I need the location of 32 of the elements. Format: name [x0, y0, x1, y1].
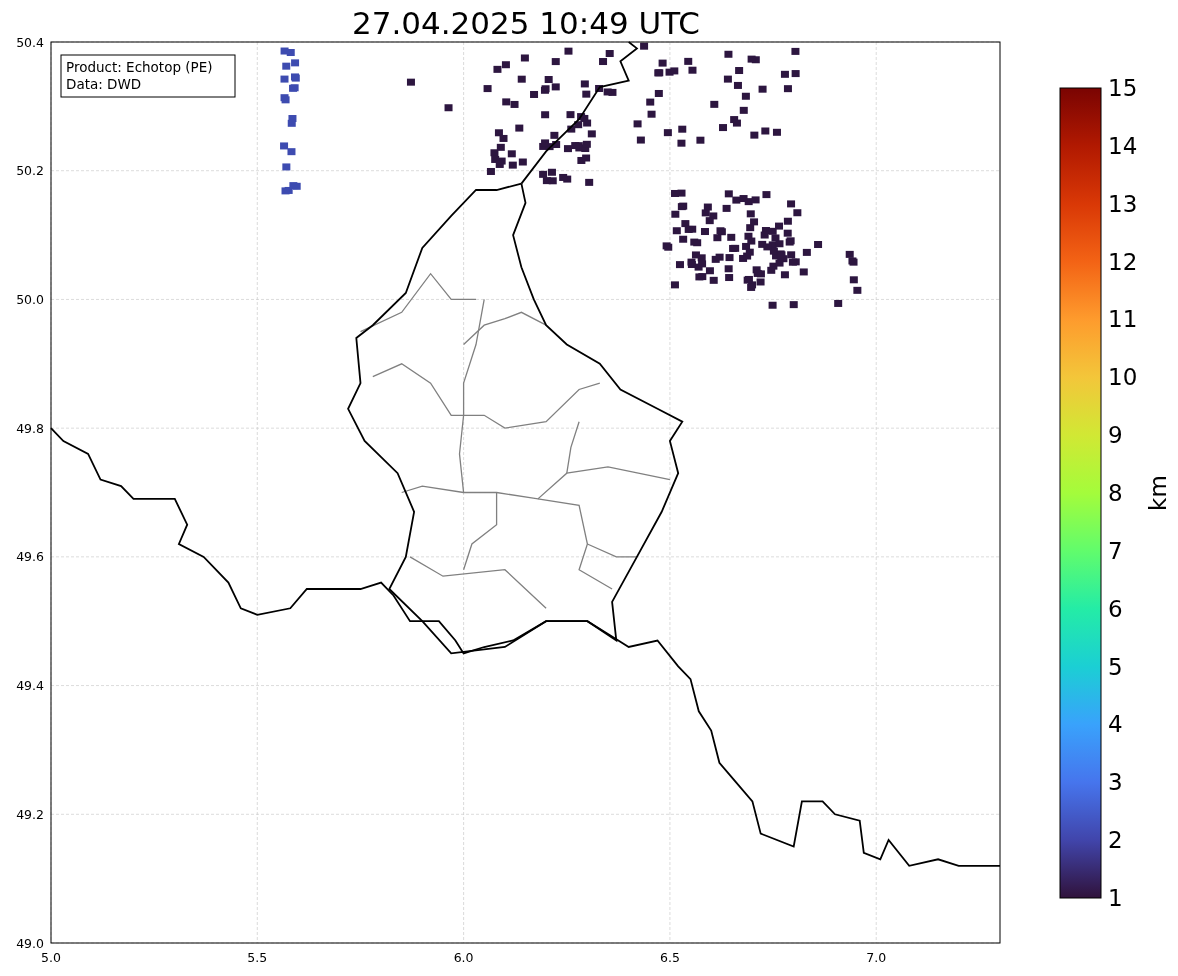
colorbar-tick-label: 8 [1108, 480, 1123, 506]
colorbar-tick-label: 12 [1108, 248, 1138, 275]
y-tick-label: 50.0 [16, 291, 44, 307]
x-tick-label: 5.0 [41, 950, 61, 965]
y-tick-label: 50.2 [16, 163, 44, 179]
colorbar-tick-label: 11 [1108, 306, 1138, 333]
y-tick-label: 49.8 [16, 420, 44, 436]
y-tick-label: 50.4 [16, 34, 44, 50]
colorbar-tick-label: 5 [1108, 653, 1123, 680]
colorbar-tick-label: 4 [1108, 711, 1123, 738]
colorbar-tick-label: 10 [1108, 364, 1138, 391]
colorbar-tick-label: 6 [1108, 595, 1123, 622]
colorbar-tick-label: 7 [1108, 537, 1123, 564]
info-text: Product: Echotop (PE) [66, 59, 213, 75]
colorbar-label: km [1145, 475, 1171, 511]
colorbar-tick-label: 3 [1108, 769, 1123, 796]
y-tick-label: 49.4 [16, 678, 44, 694]
chart-title: 27.04.2025 10:49 UTC [352, 5, 700, 41]
colorbar-tick-label: 13 [1108, 190, 1138, 217]
colorbar-tick-label: 1 [1108, 885, 1123, 911]
y-tick-label: 49.2 [16, 806, 44, 822]
colorbar-tick-label: 14 [1108, 132, 1138, 159]
x-tick-label: 5.5 [247, 950, 268, 965]
colorbar-tick-label: 2 [1108, 827, 1123, 854]
info-text: Data: DWD [66, 76, 142, 92]
colorbar-tick-label: 15 [1108, 75, 1138, 101]
x-tick-label: 6.0 [453, 950, 474, 965]
y-tick-label: 49.0 [16, 935, 44, 951]
y-tick-label: 49.6 [16, 549, 44, 565]
x-tick-label: 6.5 [659, 950, 680, 965]
x-tick-label: 7.0 [866, 950, 887, 965]
colorbar-tick-label: 9 [1108, 422, 1123, 449]
